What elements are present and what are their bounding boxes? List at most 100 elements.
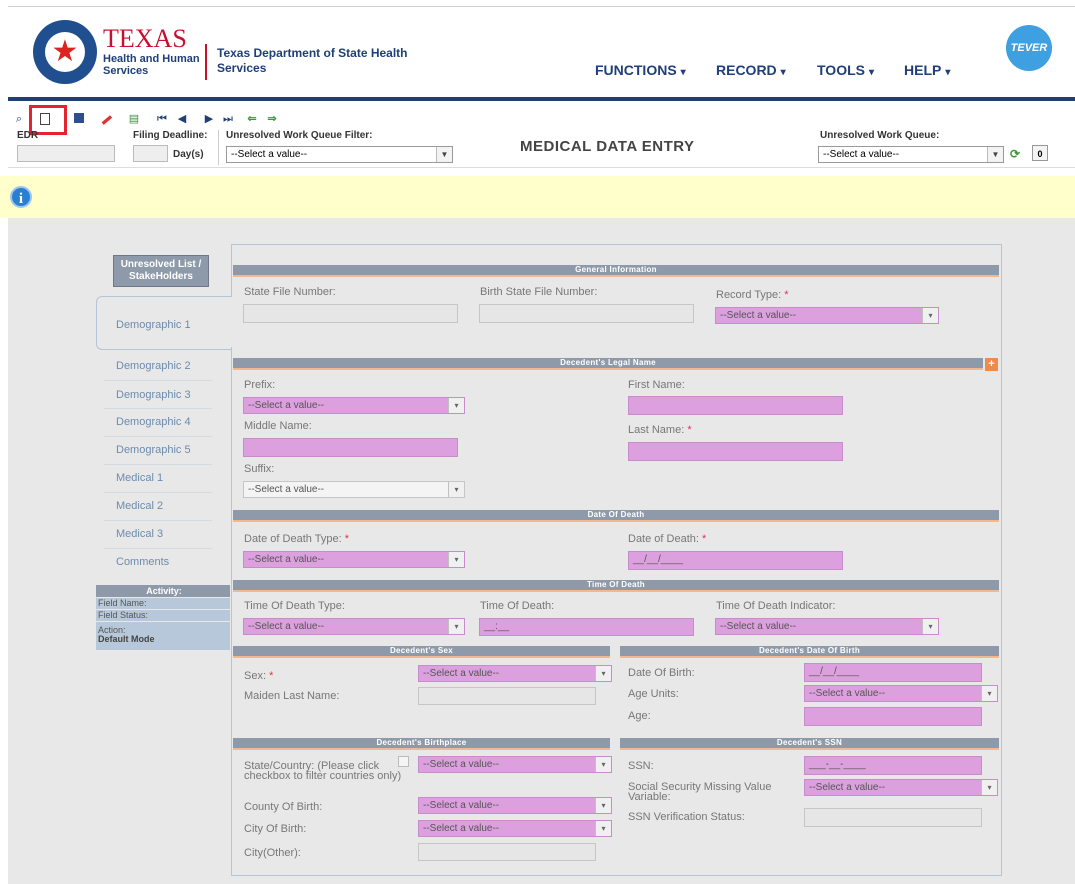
state-file-number-field[interactable] xyxy=(243,304,458,323)
chevron-down-icon: ▼ xyxy=(987,147,1003,162)
back-arrow-icon[interactable]: ⇐ xyxy=(246,113,258,125)
field-name-label: Field Name: xyxy=(96,598,230,609)
logo-hhs-text: Health and Human Services xyxy=(103,53,200,77)
star-icon: ★ xyxy=(51,35,79,68)
nav-divider xyxy=(104,548,212,549)
maiden-last-name-label: Maiden Last Name: xyxy=(244,690,340,702)
work-queue-select[interactable]: --Select a value-- ▼ xyxy=(818,146,1004,163)
work-queue-label: Unresolved Work Queue: xyxy=(820,130,940,141)
tab-comments[interactable]: Comments xyxy=(116,556,169,568)
chevron-down-icon: ▾ xyxy=(448,552,464,567)
section-date-of-birth: Decedent's Date Of Birth xyxy=(620,646,999,658)
page-title: MEDICAL DATA ENTRY xyxy=(520,138,695,155)
tab-medical-3[interactable]: Medical 3 xyxy=(116,528,163,540)
date-of-death-type-label: Date of Death Type: * xyxy=(244,533,349,545)
city-of-birth-select[interactable]: --Select a value-- ▾ xyxy=(418,820,612,837)
ssn-missing-label: Social Security Missing Value Variable: xyxy=(628,781,772,803)
time-of-death-type-label: Time Of Death Type: xyxy=(244,600,345,612)
ssn-missing-select[interactable]: --Select a value-- ▾ xyxy=(804,779,998,796)
nav-functions[interactable]: FUNCTIONS ▾ xyxy=(595,62,686,78)
date-of-death-field[interactable]: __/__/____ xyxy=(628,551,843,570)
record-type-label: Record Type: * xyxy=(716,289,789,301)
birth-state-file-number-field[interactable] xyxy=(479,304,694,323)
days-label: Day(s) xyxy=(173,149,204,160)
ssn-verification-field[interactable] xyxy=(804,808,982,827)
prefix-select[interactable]: --Select a value-- ▾ xyxy=(243,397,465,414)
county-of-birth-label: County Of Birth: xyxy=(244,801,323,813)
tab-medical-2[interactable]: Medical 2 xyxy=(116,500,163,512)
chevron-down-icon: ▾ xyxy=(981,686,997,701)
city-other-field[interactable] xyxy=(418,843,596,861)
last-name-field[interactable] xyxy=(628,442,843,461)
binoculars-icon[interactable]: ⌕ xyxy=(13,113,25,125)
app-header: ★ TEXAS Health and Human Services Texas … xyxy=(0,0,1075,98)
birth-state-file-number-label: Birth State File Number: xyxy=(480,286,598,298)
first-record-icon[interactable]: ⏮ xyxy=(156,113,168,125)
previous-record-icon[interactable]: ◀ xyxy=(176,113,188,125)
filing-deadline-field[interactable] xyxy=(133,145,168,162)
last-record-icon[interactable]: ⏭ xyxy=(222,113,234,125)
info-icon[interactable]: i xyxy=(10,186,32,208)
nav-help[interactable]: HELP ▾ xyxy=(904,62,950,78)
middle-name-field[interactable] xyxy=(243,438,458,457)
action-value: Default Mode xyxy=(98,634,155,644)
add-icon[interactable]: + xyxy=(985,358,998,371)
sex-label: Sex: * xyxy=(244,670,274,682)
time-of-death-label: Time Of Death: xyxy=(480,600,555,612)
logo-divider xyxy=(205,44,207,80)
time-of-death-type-select[interactable]: --Select a value-- ▾ xyxy=(243,618,465,635)
nav-divider xyxy=(104,520,212,521)
ssn-field[interactable]: ___-__-____ xyxy=(804,756,982,775)
tab-demographic-1[interactable]: Demographic 1 xyxy=(116,319,191,331)
info-bar xyxy=(0,176,1075,218)
first-name-field[interactable] xyxy=(628,396,843,415)
caret-down-icon: ▾ xyxy=(680,67,686,78)
date-of-death-type-select[interactable]: --Select a value-- ▾ xyxy=(243,551,465,568)
chevron-down-icon: ▾ xyxy=(595,798,611,813)
state-country-select[interactable]: --Select a value-- ▾ xyxy=(418,756,612,773)
logo-texas-text: TEXAS xyxy=(103,24,187,53)
date-of-birth-field[interactable]: __/__/____ xyxy=(804,663,982,682)
next-record-icon[interactable]: ▶ xyxy=(203,113,215,125)
time-of-death-indicator-select[interactable]: --Select a value-- ▾ xyxy=(715,618,939,635)
sex-select[interactable]: --Select a value-- ▾ xyxy=(418,665,612,682)
age-units-select[interactable]: --Select a value-- ▾ xyxy=(804,685,998,702)
unresolved-list-button[interactable]: Unresolved List / StakeHolders xyxy=(113,255,209,287)
edr-label: EDR xyxy=(17,130,39,141)
age-field[interactable] xyxy=(804,707,982,726)
forward-arrow-icon[interactable]: ⇒ xyxy=(266,113,278,125)
tab-demographic-4[interactable]: Demographic 4 xyxy=(116,416,191,428)
tab-demographic-5[interactable]: Demographic 5 xyxy=(116,444,191,456)
export-icon[interactable]: ▤ xyxy=(128,113,140,125)
nav-record[interactable]: RECORD ▾ xyxy=(716,62,786,78)
tab-demographic-3[interactable]: Demographic 3 xyxy=(116,389,191,401)
chevron-down-icon: ▾ xyxy=(448,619,464,634)
chevron-down-icon: ▾ xyxy=(981,780,997,795)
section-sex: Decedent's Sex xyxy=(233,646,610,658)
time-of-death-indicator-label: Time Of Death Indicator: xyxy=(716,600,836,612)
refresh-icon[interactable]: ⟳ xyxy=(1010,147,1020,161)
time-of-death-field[interactable]: __:__ xyxy=(479,618,694,636)
date-of-birth-label: Date Of Birth: xyxy=(628,667,695,679)
work-queue-filter-label: Unresolved Work Queue Filter: xyxy=(226,130,373,141)
tever-logo: TEVER xyxy=(1006,25,1052,71)
county-of-birth-select[interactable]: --Select a value-- ▾ xyxy=(418,797,612,814)
tab-demographic-2[interactable]: Demographic 2 xyxy=(116,360,191,372)
section-general-information: General Information xyxy=(233,265,999,277)
save-icon[interactable] xyxy=(74,113,84,123)
filter-countries-checkbox[interactable] xyxy=(398,756,409,767)
city-other-label: City(Other): xyxy=(244,847,301,859)
nav-tools[interactable]: TOOLS ▾ xyxy=(817,62,874,78)
maiden-last-name-field[interactable] xyxy=(418,687,596,705)
tab-medical-1[interactable]: Medical 1 xyxy=(116,472,163,484)
caret-down-icon: ▾ xyxy=(945,67,951,78)
suffix-select[interactable]: --Select a value-- ▾ xyxy=(243,481,465,498)
nav-divider xyxy=(104,408,212,409)
ssn-verification-label: SSN Verification Status: xyxy=(628,811,745,823)
section-ssn: Decedent's SSN xyxy=(620,738,999,750)
chevron-down-icon: ▾ xyxy=(595,757,611,772)
edr-field[interactable] xyxy=(17,145,115,162)
record-type-select[interactable]: --Select a value-- ▾ xyxy=(715,307,939,324)
nav-divider xyxy=(104,464,212,465)
work-queue-filter-select[interactable]: --Select a value-- ▼ xyxy=(226,146,453,163)
